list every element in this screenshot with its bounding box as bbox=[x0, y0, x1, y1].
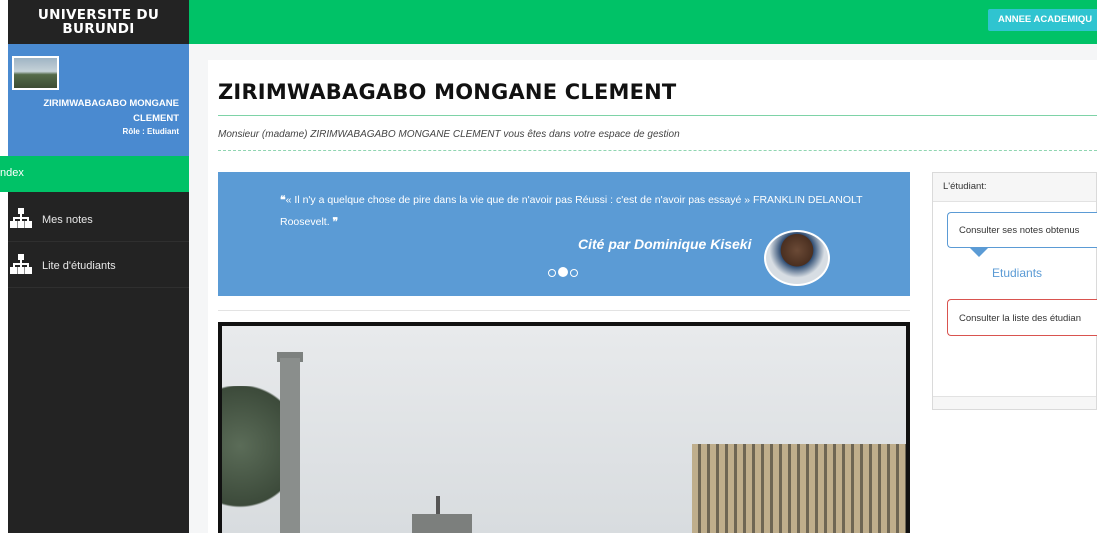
page-title: ZIRIMWABAGABO MONGANE CLEMENT bbox=[218, 80, 677, 104]
brand-logo[interactable]: UNIVERSITE DU BURUNDI bbox=[8, 0, 189, 44]
sidebar-item-index[interactable]: ndex bbox=[0, 156, 189, 192]
left-edge bbox=[0, 0, 8, 533]
etudiants-label[interactable]: Etudiants bbox=[992, 266, 1042, 280]
top-bar bbox=[189, 0, 1097, 44]
campus-scene bbox=[222, 326, 906, 533]
quote-author-avatar bbox=[764, 230, 830, 286]
quote-carousel: ❝« Il n'y a quelque chose de pire dans l… bbox=[218, 172, 910, 296]
sidebar-item-label: Mes notes bbox=[42, 214, 93, 226]
building-shape bbox=[692, 444, 906, 533]
tree-shape bbox=[222, 386, 282, 533]
roof-shape bbox=[412, 514, 472, 533]
annee-academique-button[interactable]: ANNEE ACADEMIQU bbox=[988, 9, 1097, 31]
sitemap-icon bbox=[10, 208, 32, 228]
sitemap-icon bbox=[10, 254, 32, 274]
sidebar-item-liste-etudiants[interactable]: Lite d'étudiants bbox=[8, 242, 189, 288]
student-card-header: L'étudiant: bbox=[933, 173, 1096, 202]
dashed-divider bbox=[218, 150, 1097, 151]
sidebar-item-label: ndex bbox=[0, 167, 24, 179]
user-name: ZIRIMWABAGABO MONGANE CLEMENT bbox=[43, 98, 179, 124]
quote-text-block: ❝« Il n'y a quelque chose de pire dans l… bbox=[280, 189, 880, 233]
welcome-message: Monsieur (madame) ZIRIMWABAGABO MONGANE … bbox=[218, 129, 680, 140]
user-profile: ZIRIMWABAGABO MONGANE CLEMENT Rôle : Etu… bbox=[8, 44, 189, 156]
user-photo bbox=[12, 56, 59, 90]
quote-text: « Il n'y a quelque chose de pire dans la… bbox=[280, 194, 863, 228]
sidebar-item-mes-notes[interactable]: Mes notes bbox=[8, 196, 189, 242]
campus-photo bbox=[218, 322, 910, 533]
brand-line-2: BURUNDI bbox=[62, 21, 135, 37]
carousel-dot-1[interactable] bbox=[548, 269, 556, 277]
consult-notes-box[interactable]: Consulter ses notes obtenus bbox=[947, 212, 1097, 248]
quote-citation: Cité par Dominique Kiseki bbox=[578, 236, 752, 252]
student-card-footer bbox=[933, 396, 1096, 409]
student-card: L'étudiant: bbox=[932, 172, 1097, 410]
brand-line-1: UNIVERSITE DU bbox=[37, 7, 160, 23]
tower-shape bbox=[280, 358, 300, 533]
speech-arrow-icon bbox=[970, 248, 988, 257]
section-separator bbox=[218, 310, 910, 311]
carousel-indicators bbox=[548, 264, 580, 282]
user-role: Rôle : Etudiant bbox=[122, 127, 179, 136]
carousel-dot-2[interactable] bbox=[558, 267, 568, 277]
quote-close-icon: ❞ bbox=[332, 216, 339, 228]
carousel-dot-3[interactable] bbox=[570, 269, 578, 277]
sidebar-item-label: Lite d'étudiants bbox=[42, 260, 116, 272]
consult-list-box[interactable]: Consulter la liste des étudian bbox=[947, 299, 1097, 336]
title-divider bbox=[218, 115, 1097, 116]
